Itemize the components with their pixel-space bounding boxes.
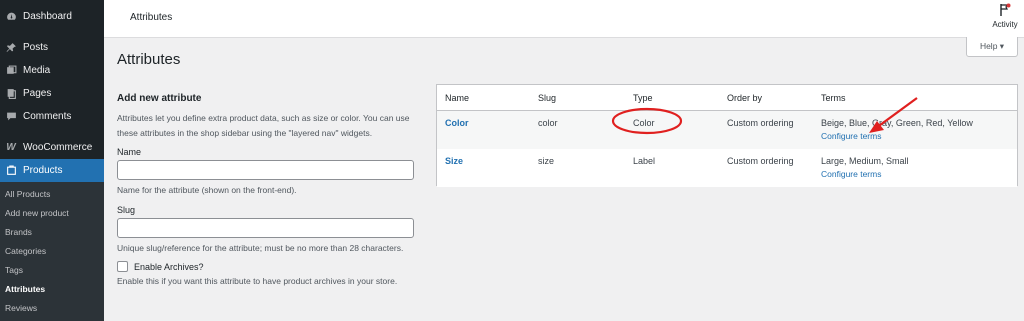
- enable-archives-label: Enable Archives?: [134, 261, 204, 272]
- menu-pages-label: Pages: [23, 88, 52, 99]
- enable-archives-checkbox[interactable]: [117, 261, 128, 272]
- attribute-terms: Beige, Blue, Gray, Green, Red, Yellow Co…: [821, 118, 973, 141]
- pin-icon: [5, 42, 17, 54]
- slug-label: Slug: [117, 205, 136, 215]
- attribute-order: Custom ordering: [727, 156, 794, 166]
- activity-button[interactable]: Activity: [988, 3, 1022, 29]
- attribute-slug: color: [538, 118, 558, 128]
- terms-list: Beige, Blue, Gray, Green, Red, Yellow: [821, 118, 973, 128]
- menu-products[interactable]: Products: [0, 159, 104, 182]
- menu-comments[interactable]: Comments: [0, 105, 104, 128]
- media-icon: [5, 65, 17, 77]
- submenu-brands[interactable]: Brands: [0, 223, 104, 242]
- woocommerce-icon: W: [6, 142, 16, 153]
- menu-posts[interactable]: Posts: [0, 36, 104, 59]
- header-slug: Slug: [538, 93, 557, 103]
- name-input[interactable]: [117, 160, 414, 180]
- header-type: Type: [633, 93, 653, 103]
- attribute-type: Label: [633, 156, 656, 166]
- attribute-slug: size: [538, 156, 555, 166]
- attribute-name-link[interactable]: Size: [445, 156, 463, 166]
- help-button[interactable]: Help ▾: [966, 37, 1018, 57]
- add-attribute-form: Add new attribute Attributes let you def…: [117, 93, 417, 288]
- configure-terms-link[interactable]: Configure terms: [821, 131, 973, 141]
- name-description: Name for the attribute (shown on the fro…: [117, 185, 297, 195]
- menu-dashboard[interactable]: Dashboard: [0, 5, 104, 28]
- menu-woocommerce-label: WooCommerce: [23, 142, 93, 153]
- menu-pages[interactable]: Pages: [0, 82, 104, 105]
- configure-terms-link[interactable]: Configure terms: [821, 169, 909, 179]
- slug-input[interactable]: [117, 218, 414, 238]
- slug-description: Unique slug/reference for the attribute;…: [117, 243, 404, 253]
- form-heading: Add new attribute: [117, 93, 202, 104]
- menu-posts-label: Posts: [23, 42, 49, 53]
- submenu-reviews[interactable]: Reviews: [0, 299, 104, 318]
- table-header: Name Slug Type Order by Terms: [437, 85, 1017, 111]
- dashboard-icon: [5, 11, 17, 23]
- top-header: Attributes Activity: [104, 0, 1024, 38]
- name-label: Name: [117, 147, 142, 157]
- header-title: Attributes: [130, 12, 173, 23]
- enable-archives-row: Enable Archives?: [117, 261, 417, 272]
- menu-media[interactable]: Media: [0, 59, 104, 82]
- archives-description: Enable this if you want this attribute t…: [117, 276, 398, 286]
- products-icon: [5, 165, 17, 177]
- form-intro: Attributes let you define extra product …: [117, 113, 410, 138]
- table-row: Color color Color Custom ordering Beige,…: [437, 111, 1017, 149]
- attribute-terms: Large, Medium, Small Configure terms: [821, 156, 909, 179]
- attribute-name-link[interactable]: Color: [445, 118, 469, 128]
- page-title: Attributes: [117, 51, 181, 68]
- pages-icon: [5, 88, 17, 100]
- activity-label: Activity: [992, 20, 1018, 29]
- menu-dashboard-label: Dashboard: [23, 11, 72, 22]
- submenu-attributes[interactable]: Attributes: [0, 280, 104, 299]
- terms-list: Large, Medium, Small: [821, 156, 909, 166]
- submenu-tags[interactable]: Tags: [0, 261, 104, 280]
- submenu-categories[interactable]: Categories: [0, 242, 104, 261]
- attribute-order: Custom ordering: [727, 118, 794, 128]
- menu-media-label: Media: [23, 65, 51, 76]
- comments-icon: [5, 111, 17, 123]
- menu-comments-label: Comments: [23, 111, 72, 122]
- table-row: Size size Label Custom ordering Large, M…: [437, 149, 1017, 187]
- header-terms: Terms: [821, 93, 846, 103]
- menu-products-label: Products: [23, 165, 63, 176]
- products-submenu: All Products Add new product Brands Cate…: [0, 182, 104, 321]
- menu-woocommerce[interactable]: W WooCommerce: [0, 136, 104, 159]
- admin-sidebar: Dashboard Posts Media Pages Comments W W…: [0, 0, 104, 321]
- submenu-add-new-product[interactable]: Add new product: [0, 204, 104, 223]
- header-order-by: Order by: [727, 93, 763, 103]
- submenu-all-products[interactable]: All Products: [0, 185, 104, 204]
- header-name: Name: [445, 93, 470, 103]
- attribute-type: Color: [633, 118, 655, 128]
- attributes-table: Name Slug Type Order by Terms Color colo…: [436, 84, 1018, 187]
- flag-icon: [1000, 3, 1011, 16]
